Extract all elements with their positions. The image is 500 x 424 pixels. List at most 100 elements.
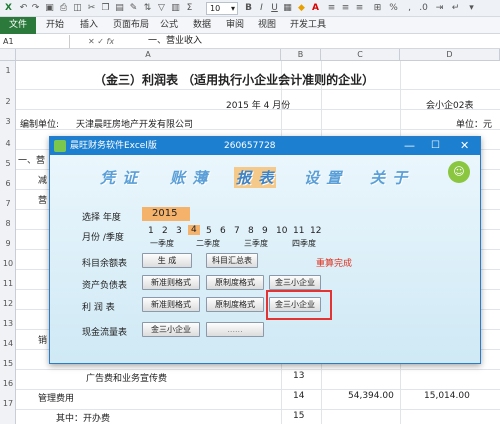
row-header[interactable]: 8 bbox=[0, 219, 16, 228]
tab-formulas[interactable]: 公式 bbox=[160, 17, 178, 34]
percent-icon[interactable]: % bbox=[388, 3, 399, 14]
customize-icon[interactable]: ▾ bbox=[466, 3, 477, 14]
summary-button[interactable]: 科目汇总表 bbox=[206, 253, 258, 268]
italic-icon[interactable]: I bbox=[256, 3, 267, 14]
menu-about[interactable]: 关 于 bbox=[370, 167, 408, 188]
generate-button[interactable]: 生 成 bbox=[142, 253, 192, 268]
cut-icon[interactable]: ✂ bbox=[86, 3, 97, 14]
column-header-c[interactable]: C bbox=[321, 49, 400, 61]
tab-review[interactable]: 审阅 bbox=[226, 17, 244, 34]
filter-icon[interactable]: ▽ bbox=[156, 3, 167, 14]
assets-jinsan-button[interactable]: 金三小企业 bbox=[269, 275, 321, 290]
row-header[interactable]: 6 bbox=[0, 179, 16, 188]
month-1[interactable]: 1 bbox=[148, 226, 154, 236]
print-icon[interactable]: ⎙ bbox=[58, 3, 69, 14]
tab-file[interactable]: 文件 bbox=[0, 17, 36, 34]
income-new-format-button[interactable]: 新准则格式 bbox=[142, 297, 200, 312]
menu-voucher[interactable]: 凭 证 bbox=[100, 167, 138, 188]
income-old-format-button[interactable]: 原制度格式 bbox=[206, 297, 264, 312]
month-5[interactable]: 5 bbox=[206, 226, 212, 236]
wrap-icon[interactable]: ↵ bbox=[450, 3, 461, 14]
cancel-icon[interactable]: ✕ bbox=[88, 37, 95, 46]
decimal-icon[interactable]: .0 bbox=[418, 3, 429, 14]
fill-color-icon[interactable]: ◆ bbox=[296, 3, 307, 14]
save-icon[interactable]: ▣ bbox=[44, 3, 55, 14]
row-header[interactable]: 10 bbox=[0, 259, 16, 268]
assets-new-format-button[interactable]: 新准则格式 bbox=[142, 275, 200, 290]
formula-input[interactable]: 一、营业收入 bbox=[148, 35, 202, 48]
copy-icon[interactable]: ❐ bbox=[100, 3, 111, 14]
cashflow-jinsan-button[interactable]: 金三小企业 bbox=[142, 322, 200, 337]
year-field[interactable]: 2015 bbox=[142, 207, 190, 221]
comma-icon[interactable]: , bbox=[404, 3, 415, 14]
tab-insert[interactable]: 插入 bbox=[80, 17, 98, 34]
month-3[interactable]: 3 bbox=[176, 226, 182, 236]
month-12[interactable]: 12 bbox=[310, 226, 321, 236]
column-header-b[interactable]: B bbox=[281, 49, 321, 61]
tab-developer[interactable]: 开发工具 bbox=[290, 17, 326, 34]
row-header[interactable]: 7 bbox=[0, 199, 16, 208]
font-size-select[interactable]: 10 ▾ bbox=[206, 2, 238, 15]
sum-icon[interactable]: Σ bbox=[184, 3, 195, 14]
month-9[interactable]: 9 bbox=[262, 226, 268, 236]
row-header[interactable]: 16 bbox=[0, 379, 16, 388]
menu-settings[interactable]: 设 置 bbox=[304, 167, 342, 188]
tab-home[interactable]: 开始 bbox=[46, 17, 64, 34]
row-header[interactable]: 17 bbox=[0, 399, 16, 408]
month-8[interactable]: 8 bbox=[248, 226, 254, 236]
quarter-1[interactable]: 一季度 bbox=[150, 238, 174, 249]
row-header[interactable]: 3 bbox=[0, 117, 16, 126]
indent-icon[interactable]: ⇥ bbox=[434, 3, 445, 14]
month-11[interactable]: 11 bbox=[293, 226, 304, 236]
paste-icon[interactable]: ▤ bbox=[114, 3, 125, 14]
border-icon[interactable]: ▦ bbox=[282, 3, 293, 14]
merge-icon[interactable]: ⊞ bbox=[372, 3, 383, 14]
align-left-icon[interactable]: ≡ bbox=[326, 3, 337, 14]
row-header[interactable]: 4 bbox=[0, 139, 16, 148]
row-header[interactable]: 12 bbox=[0, 299, 16, 308]
align-center-icon[interactable]: ≡ bbox=[340, 3, 351, 14]
column-header-d[interactable]: D bbox=[400, 49, 500, 61]
dialog-title-bar[interactable]: 晨旺财务软件Excel版 260657728 — ☐ ✕ bbox=[50, 137, 480, 155]
row-header[interactable]: 1 bbox=[0, 66, 16, 75]
assets-old-format-button[interactable]: 原制度格式 bbox=[206, 275, 264, 290]
align-right-icon[interactable]: ≡ bbox=[354, 3, 365, 14]
menu-ledger[interactable]: 账 薄 bbox=[170, 167, 208, 188]
fx-icon[interactable]: fx bbox=[107, 37, 115, 46]
quarter-2[interactable]: 二季度 bbox=[196, 238, 220, 249]
row-header[interactable]: 15 bbox=[0, 359, 16, 368]
underline-icon[interactable]: U bbox=[269, 3, 280, 14]
cashflow-more-button[interactable]: ...... bbox=[206, 322, 264, 337]
tab-data[interactable]: 数据 bbox=[193, 17, 211, 34]
bold-icon[interactable]: B bbox=[243, 3, 254, 14]
chart-icon[interactable]: ▥ bbox=[170, 3, 181, 14]
sort-icon[interactable]: ⇅ bbox=[142, 3, 153, 14]
income-jinsan-button[interactable]: 金三小企业 bbox=[269, 297, 321, 312]
name-box[interactable]: A1 bbox=[0, 35, 70, 48]
column-header-a[interactable]: A bbox=[16, 49, 281, 61]
tab-page-layout[interactable]: 页面布局 bbox=[113, 17, 149, 34]
row-header[interactable]: 2 bbox=[0, 97, 16, 106]
row-header[interactable]: 5 bbox=[0, 159, 16, 168]
font-color-icon[interactable]: A bbox=[310, 3, 321, 14]
format-painter-icon[interactable]: ✎ bbox=[128, 3, 139, 14]
quarter-4[interactable]: 四季度 bbox=[292, 238, 316, 249]
row-header[interactable]: 13 bbox=[0, 319, 16, 328]
enter-icon[interactable]: ✓ bbox=[97, 37, 104, 46]
month-6[interactable]: 6 bbox=[220, 226, 226, 236]
month-4[interactable]: 4 bbox=[188, 225, 200, 235]
preview-icon[interactable]: ◫ bbox=[72, 3, 83, 14]
row-header[interactable]: 11 bbox=[0, 279, 16, 288]
select-all-corner[interactable] bbox=[0, 49, 16, 61]
month-2[interactable]: 2 bbox=[162, 226, 168, 236]
maximize-icon[interactable]: ☐ bbox=[431, 137, 440, 155]
menu-reports[interactable]: 报 表 bbox=[234, 167, 277, 188]
row-header[interactable]: 9 bbox=[0, 239, 16, 248]
close-icon[interactable]: ✕ bbox=[460, 137, 469, 155]
month-7[interactable]: 7 bbox=[234, 226, 240, 236]
month-10[interactable]: 10 bbox=[276, 226, 287, 236]
minimize-icon[interactable]: — bbox=[404, 137, 415, 155]
row-header[interactable]: 14 bbox=[0, 339, 16, 348]
redo-icon[interactable]: ↷ bbox=[30, 3, 41, 14]
quarter-3[interactable]: 三季度 bbox=[244, 238, 268, 249]
